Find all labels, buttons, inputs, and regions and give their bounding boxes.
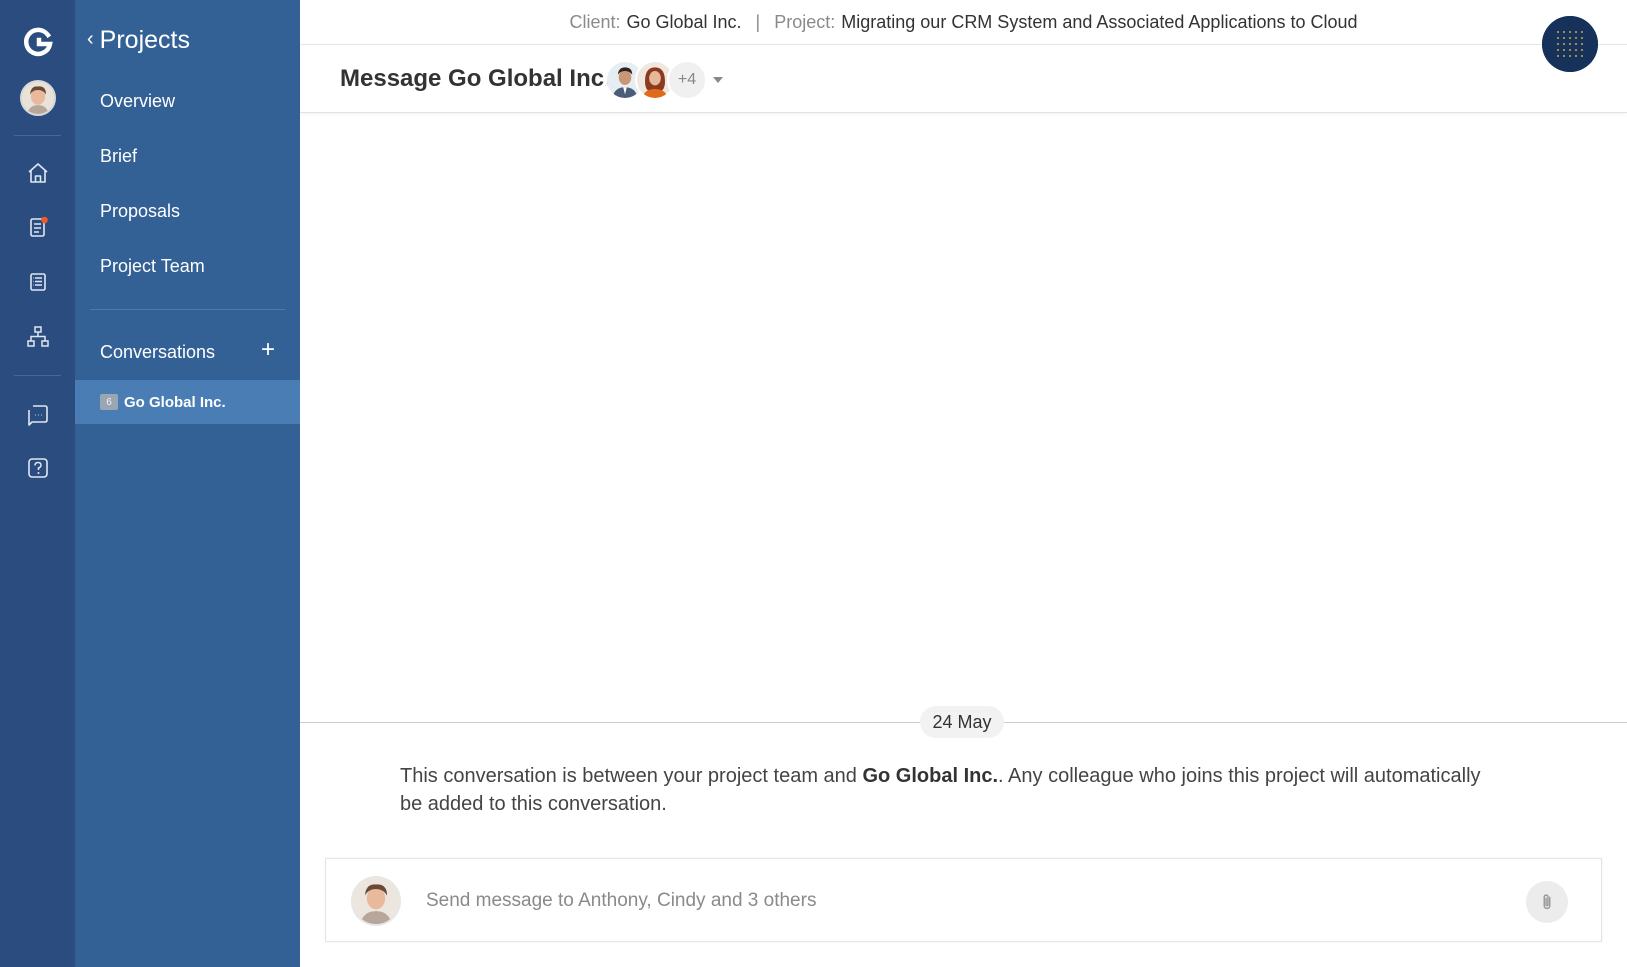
sidebar-item-brief[interactable]: Brief xyxy=(100,146,137,167)
org-chart-icon[interactable] xyxy=(24,323,52,351)
project-value: Migrating our CRM System and Associated … xyxy=(841,11,1358,32)
chevron-left-icon: ‹ xyxy=(87,28,94,50)
client-value: Go Global Inc. xyxy=(626,11,742,32)
project-sidebar: ‹ Projects Overview Brief Proposals Proj… xyxy=(75,0,300,967)
participants-group[interactable]: +4 xyxy=(605,59,723,101)
conversation-intro-text: This conversation is between your projec… xyxy=(400,762,1500,818)
paperclip-icon xyxy=(1543,894,1551,910)
home-icon[interactable] xyxy=(24,159,52,187)
project-context-bar: Client: Go Global Inc. | Project: Migrat… xyxy=(300,0,1627,45)
sidebar-divider xyxy=(90,309,285,310)
sidebar-item-proposals[interactable]: Proposals xyxy=(100,201,180,222)
conversations-heading: Conversations xyxy=(100,342,216,362)
more-participants-button[interactable]: +4 xyxy=(667,60,707,100)
chevron-down-icon[interactable] xyxy=(713,77,723,83)
message-composer xyxy=(325,858,1602,942)
app-logo-icon[interactable] xyxy=(22,26,54,58)
context-separator: | xyxy=(755,11,761,32)
current-user-avatar[interactable] xyxy=(20,80,56,116)
sidebar-item-project-team[interactable]: Project Team xyxy=(100,256,205,277)
composer-user-avatar xyxy=(351,876,401,926)
rail-divider xyxy=(14,135,61,136)
back-to-projects-link[interactable]: ‹ Projects xyxy=(87,26,190,55)
attach-file-button[interactable] xyxy=(1526,881,1568,923)
conversation-header: Message Go Global Inc. +4 xyxy=(300,45,1627,113)
conversation-count-badge: 6 xyxy=(100,394,118,410)
project-label: Project: xyxy=(774,11,836,32)
date-label: 24 May xyxy=(920,706,1004,738)
conversation-item-go-global[interactable]: 6 Go Global Inc. xyxy=(75,380,300,424)
add-conversation-button[interactable]: + xyxy=(261,338,275,362)
intro-company-name: Go Global Inc. xyxy=(862,765,999,787)
intro-text-pre: This conversation is between your projec… xyxy=(400,765,863,787)
conversation-main: Client: Go Global Inc. | Project: Migrat… xyxy=(300,0,1627,967)
icon-rail xyxy=(0,0,75,967)
briefs-icon[interactable] xyxy=(24,213,52,241)
sidebar-item-overview[interactable]: Overview xyxy=(100,91,175,112)
help-icon[interactable] xyxy=(24,454,52,482)
back-label: Projects xyxy=(99,26,190,54)
rail-divider xyxy=(14,375,61,376)
chat-icon[interactable] xyxy=(24,400,52,428)
documents-icon[interactable] xyxy=(24,268,52,296)
client-label: Client: xyxy=(569,11,621,32)
conversation-name: Go Global Inc. xyxy=(124,393,226,411)
message-input[interactable] xyxy=(426,885,1476,917)
conversation-title: Message Go Global Inc. xyxy=(340,65,611,92)
